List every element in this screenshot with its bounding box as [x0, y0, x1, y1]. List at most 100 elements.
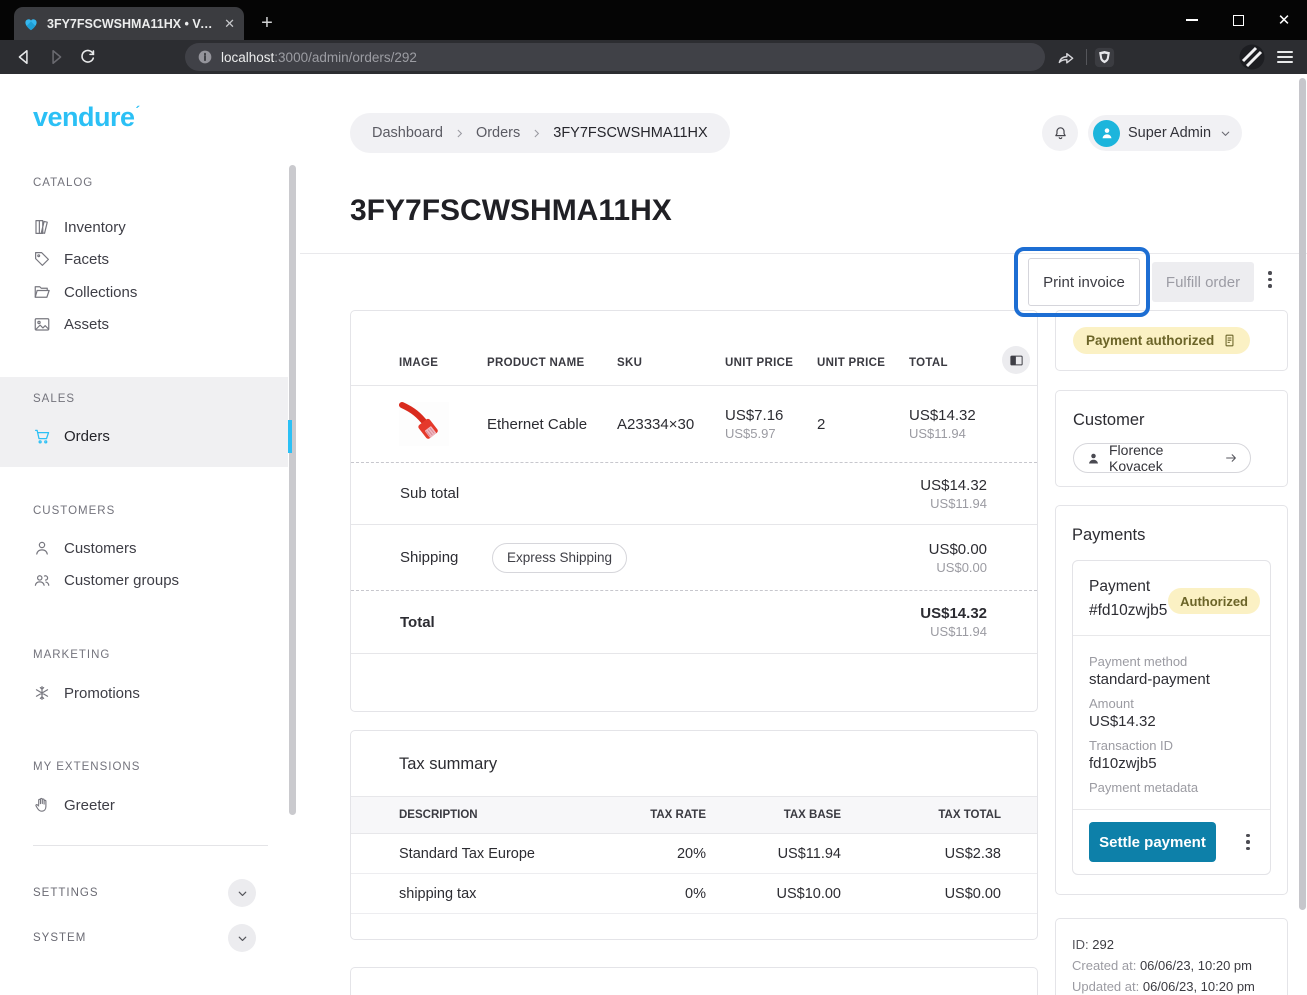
profile-avatar[interactable] — [1239, 44, 1265, 70]
toolbar-divider — [1086, 49, 1087, 65]
minimize-icon — [1186, 19, 1198, 21]
sidebar-item-label: Customers — [64, 540, 137, 557]
tax-row-shipping: shipping tax 0% US$10.00 US$0.00 — [351, 874, 1037, 914]
sidebar-item-customers[interactable]: Customers — [0, 532, 288, 564]
payment-fields: Payment method standard-payment Amount U… — [1073, 636, 1270, 810]
payment-detail-card: Payment #fd10zwjb5 Authorized Payment me… — [1072, 560, 1271, 875]
product-thumbnail-ethernet-cable[interactable] — [399, 402, 449, 446]
order-id-label: ID: — [1072, 937, 1089, 952]
sidebar-item-label: Assets — [64, 316, 109, 333]
reload-button[interactable] — [78, 47, 98, 67]
sidebar-scrollbar[interactable] — [289, 165, 296, 815]
tax-rate: 0% — [596, 886, 706, 902]
nav-section-marketing: MARKETING — [33, 649, 110, 661]
note-icon[interactable] — [1222, 333, 1237, 348]
window-close-button[interactable]: ✕ — [1261, 0, 1307, 40]
tab-close-icon[interactable]: ✕ — [224, 17, 235, 30]
tax-total: US$2.38 — [841, 846, 1001, 862]
sidebar-item-customer-groups[interactable]: Customer groups — [0, 564, 288, 596]
vendure-favicon-icon — [23, 16, 39, 32]
browser-titlebar: 3FY7FSCWSHMA11HX • Vendure ✕ + ✕ — [0, 0, 1307, 40]
order-meta-card: ID: 292 Created at: 06/06/23, 10:20 pm U… — [1055, 918, 1288, 995]
sidebar-item-label: Inventory — [64, 219, 126, 236]
fulfill-order-button[interactable]: Fulfill order — [1152, 262, 1254, 302]
share-button[interactable] — [1056, 44, 1076, 70]
menu-hamburger-icon[interactable] — [1276, 44, 1294, 70]
col-image: IMAGE — [399, 357, 487, 369]
subtotal-gross: US$14.32 — [920, 477, 987, 494]
shipping-method-chip[interactable]: Express Shipping — [492, 543, 627, 573]
sidebar-item-greeter[interactable]: Greeter — [0, 789, 288, 821]
tax-base: US$10.00 — [706, 886, 841, 902]
col-description: DESCRIPTION — [399, 809, 596, 821]
window-minimize-button[interactable] — [1169, 0, 1215, 40]
nav-section-my-extensions: MY EXTENSIONS — [33, 761, 140, 773]
updated-at-label: Updated at: — [1072, 979, 1139, 994]
breadcrumb-order-code: 3FY7FSCWSHMA11HX — [553, 125, 707, 141]
window-maximize-button[interactable] — [1215, 0, 1261, 40]
sidebar-item-facets[interactable]: Facets — [0, 243, 288, 275]
sidebar-item-collections[interactable]: Collections — [0, 276, 288, 308]
settle-payment-button[interactable]: Settle payment — [1089, 822, 1216, 862]
sidebar-section-system[interactable]: SYSTEM — [0, 920, 288, 956]
sidebar-item-assets[interactable]: Assets — [0, 308, 288, 340]
inventory-book-icon — [33, 218, 51, 236]
folder-icon — [33, 283, 51, 301]
new-tab-button[interactable]: + — [254, 10, 280, 36]
payment-method-value: standard-payment — [1089, 671, 1254, 688]
user-name: Super Admin — [1128, 125, 1211, 141]
brave-shield-icon[interactable] — [1094, 44, 1115, 70]
page-scrollbar[interactable] — [1299, 78, 1306, 910]
breadcrumb-orders[interactable]: Orders — [476, 125, 520, 141]
product-name[interactable]: Ethernet Cable — [487, 416, 617, 433]
payments-card: Payments Payment #fd10zwjb5 Authorized P… — [1055, 505, 1288, 895]
updated-at-value: 06/06/23, 10:20 pm — [1143, 979, 1255, 994]
product-sku: A23334×30 — [617, 416, 725, 433]
unit-price-cell: US$7.16 US$5.97 — [725, 407, 817, 441]
tag-icon — [33, 250, 51, 268]
site-info-icon[interactable] — [197, 49, 213, 65]
maximize-icon — [1233, 15, 1244, 26]
sidebar-section-settings[interactable]: SETTINGS — [0, 875, 288, 911]
promotion-snowflake-icon — [33, 684, 51, 702]
sidebar-item-promotions[interactable]: Promotions — [0, 677, 288, 709]
print-invoice-button[interactable]: Print invoice — [1028, 258, 1140, 306]
col-unit-price-2: UNIT PRICE — [817, 357, 909, 369]
sidebar-item-inventory[interactable]: Inventory — [0, 211, 288, 243]
bell-icon — [1052, 125, 1069, 142]
user-avatar — [1093, 120, 1120, 147]
chevron-down-icon — [1219, 127, 1232, 140]
payment-header: Payment #fd10zwjb5 Authorized — [1073, 561, 1270, 636]
breadcrumb-dashboard[interactable]: Dashboard — [372, 125, 443, 141]
back-button[interactable] — [14, 47, 34, 67]
col-sku: SKU — [617, 357, 725, 369]
line-total-cell: US$14.32 US$11.94 — [909, 407, 981, 441]
unit-price-net: US$5.97 — [725, 426, 817, 441]
chevron-down-icon[interactable] — [228, 924, 256, 952]
order-actions-kebab-icon[interactable] — [1268, 271, 1272, 288]
forward-button[interactable] — [46, 47, 66, 67]
sidebar-item-label: Customer groups — [64, 572, 179, 589]
notifications-button[interactable] — [1042, 115, 1078, 151]
url-bar[interactable]: localhost:3000/admin/orders/292 — [185, 43, 1045, 71]
chevron-down-icon[interactable] — [228, 879, 256, 907]
total-label: Total — [400, 614, 492, 631]
subtotal-row: Sub total US$14.32 US$11.94 — [351, 463, 1037, 525]
main-content: Dashboard Orders 3FY7FSCWSHMA11HX Super … — [300, 74, 1307, 995]
payment-actions-kebab-icon[interactable] — [1246, 834, 1250, 851]
payment-metadata-label: Payment metadata — [1089, 780, 1254, 795]
created-at-value: 06/06/23, 10:20 pm — [1140, 958, 1252, 973]
tab-title: 3FY7FSCWSHMA11HX • Vendure — [47, 17, 216, 31]
quantity-cell: 2 — [817, 416, 909, 433]
sidebar-item-orders[interactable]: Orders — [0, 420, 288, 452]
user-menu[interactable]: Super Admin — [1088, 115, 1242, 151]
page-title: 3FY7FSCWSHMA11HX — [350, 194, 672, 228]
browser-window: 3FY7FSCWSHMA11HX • Vendure ✕ + ✕ localho… — [0, 0, 1307, 995]
customer-link[interactable]: Florence Kovacek — [1073, 443, 1251, 473]
col-tax-total: TAX TOTAL — [841, 809, 1001, 821]
image-icon — [33, 315, 51, 333]
browser-tab[interactable]: 3FY7FSCWSHMA11HX • Vendure ✕ — [14, 7, 244, 40]
sidebar-item-label: Collections — [64, 284, 137, 301]
column-settings-button[interactable] — [1002, 346, 1030, 374]
payments-card-title: Payments — [1072, 526, 1271, 545]
